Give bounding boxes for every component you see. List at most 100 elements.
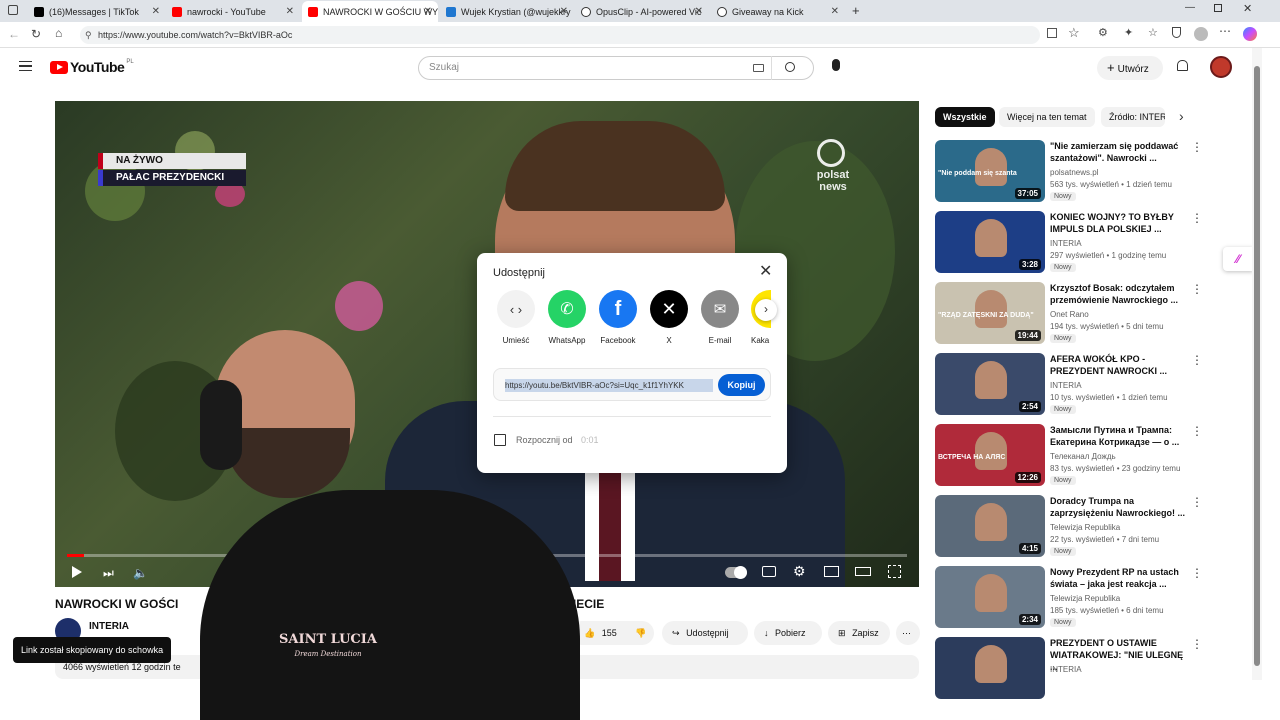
download-button[interactable]: ↓ Pobierz (754, 621, 822, 645)
reload-icon[interactable]: ↻ (31, 27, 41, 41)
recommendation-item[interactable]: 2:54 AFERA WOKÓŁ KPO - PREZYDENT NAWROCK… (935, 353, 1203, 417)
recommendation-channel[interactable]: Телеканал Дождь (1050, 452, 1116, 461)
tab-tiktok-profile[interactable]: Wujek Krystian (@wujekkry ✕ (440, 1, 574, 22)
account-avatar[interactable] (1210, 56, 1232, 78)
like-dislike-button[interactable]: 👍 155 👎 (570, 621, 654, 645)
share-whatsapp[interactable]: ✆ WhatsApp (547, 290, 587, 345)
share-link-field[interactable]: https://youtu.be/BktVIBR-aOc?si=Uqc_k1f1… (505, 379, 713, 392)
recommendation-channel[interactable]: Telewizja Republika (1050, 594, 1120, 603)
recommendation-title[interactable]: "Nie zamierzam się poddawać szantażowi".… (1050, 140, 1188, 164)
recommendation-channel[interactable]: Onet Rano (1050, 310, 1089, 319)
close-icon[interactable]: ✕ (759, 261, 772, 281)
more-actions-icon[interactable]: ⋯ (896, 621, 920, 645)
video-thumbnail[interactable]: 2:54 (935, 353, 1045, 415)
recommendation-channel[interactable]: Telewizja Republika (1050, 523, 1120, 532)
notifications-bell-icon[interactable] (1177, 60, 1188, 71)
share-embed[interactable]: ‹ › Umieść (496, 290, 536, 345)
more-options-icon[interactable]: ⋮ (1191, 282, 1203, 296)
recommendation-title[interactable]: Doradcy Trumpa na zaprzysiężeniu Nawrock… (1050, 495, 1188, 519)
recommendation-item[interactable]: 4:15 Doradcy Trumpa na zaprzysiężeniu Na… (935, 495, 1203, 559)
recommendation-title[interactable]: Замысли Путина и Трампа: Екатерина Котри… (1050, 424, 1188, 448)
thumbs-up-icon[interactable]: 👍 (584, 628, 595, 638)
more-options-icon[interactable]: ⋮ (1191, 140, 1203, 154)
more-options-icon[interactable]: ⋮ (1191, 424, 1203, 438)
scrollbar-thumb[interactable] (1254, 66, 1260, 666)
chip-all[interactable]: Wszystkie (935, 107, 995, 127)
recommendation-channel[interactable]: INTERIA (1050, 381, 1082, 390)
miniplayer-icon[interactable] (824, 566, 839, 577)
volume-icon[interactable]: 🔈 (133, 566, 148, 580)
home-icon[interactable]: ⌂ (55, 26, 62, 40)
microphone-icon[interactable] (832, 59, 840, 71)
video-thumbnail[interactable]: 3:28 (935, 211, 1045, 273)
fullscreen-icon[interactable] (888, 565, 901, 578)
tab-kick[interactable]: Giveaway na Kick ✕ (711, 1, 845, 22)
search-input[interactable]: Szukaj (418, 56, 814, 80)
bookmark-star-icon[interactable]: ☆ (1068, 25, 1080, 41)
more-options-icon[interactable]: ⋮ (1191, 211, 1203, 225)
recommendation-item[interactable]: 3:28 KONIEC WOJNY? TO BYŁBY IMPULS DLA P… (935, 211, 1203, 275)
recommendation-item[interactable]: "Nie poddam się szanta 37:05 "Nie zamier… (935, 140, 1203, 204)
close-tab-icon[interactable]: ✕ (560, 6, 568, 17)
chip-related[interactable]: Więcej na ten temat (999, 107, 1095, 127)
scroll-right-icon[interactable]: › (755, 299, 777, 321)
favorites-icon[interactable]: ☆ (1148, 26, 1158, 39)
video-thumbnail[interactable]: ВСТРЕЧА НА АЛЯС 12:26 (935, 424, 1045, 486)
copy-button[interactable]: Kopiuj (718, 374, 765, 396)
more-options-icon[interactable]: ⋮ (1191, 353, 1203, 367)
chips-next-icon[interactable]: › (1179, 108, 1184, 124)
search-icon[interactable] (785, 62, 795, 72)
recommendation-item[interactable]: ВСТРЕЧА НА АЛЯС 12:26 Замысли Путина и Т… (935, 424, 1203, 488)
more-options-icon[interactable]: ⋮ (1191, 495, 1203, 509)
tab-youtube-video[interactable]: NAWROCKI W GOŚCIU WY ✕ (302, 1, 438, 22)
video-thumbnail[interactable]: 4:15 (935, 495, 1045, 557)
share-email[interactable]: ✉ E-mail (700, 290, 740, 345)
extension-icon[interactable]: ✦ (1124, 26, 1133, 39)
recommendation-item[interactable]: 2:34 Nowy Prezydent RP na ustach świata … (935, 566, 1203, 630)
tab-tiktok[interactable]: (16)Messages | TikTok ✕ (28, 1, 166, 22)
video-thumbnail[interactable]: "Nie poddam się szanta 37:05 (935, 140, 1045, 202)
more-menu-icon[interactable]: ⋯ (1219, 24, 1231, 38)
more-options-icon[interactable]: ⋮ (1191, 637, 1203, 651)
page-scrollbar[interactable] (1252, 48, 1262, 680)
close-tab-icon[interactable]: ✕ (695, 6, 703, 17)
tab-youtube-search[interactable]: nawrocki - YouTube ✕ (166, 1, 300, 22)
tab-opusclip[interactable]: OpusClip - AI-powered Vic ✕ (575, 1, 709, 22)
save-button[interactable]: ⊞ Zapisz (828, 621, 890, 645)
next-icon[interactable]: ⏭ (103, 566, 114, 581)
theater-mode-icon[interactable] (855, 567, 871, 576)
share-button[interactable]: ↪ Udostępnij (662, 621, 748, 645)
recommendation-channel[interactable]: polsatnews.pl (1050, 168, 1098, 177)
close-window-icon[interactable]: ✕ (1243, 2, 1252, 15)
recommendation-item[interactable]: PREZYDENT O USTAWIE WIATRAKOWEJ: "NIE UL… (935, 637, 1203, 701)
video-thumbnail[interactable]: "RZĄD ZATĘSKNI ZA DUDĄ" 19:44 (935, 282, 1045, 344)
recommendation-channel[interactable]: INTERIA (1050, 665, 1082, 674)
recommendation-title[interactable]: Nowy Prezydent RP na ustach świata – jak… (1050, 566, 1188, 590)
maximize-icon[interactable] (1214, 4, 1222, 12)
share-x[interactable]: ✕ X (649, 290, 689, 345)
youtube-logo[interactable]: YouTube PL (50, 59, 134, 75)
recommendation-title[interactable]: Krzysztof Bosak: odczytałem przemówienie… (1050, 282, 1188, 306)
video-thumbnail[interactable]: 2:34 (935, 566, 1045, 628)
shield-icon[interactable] (1172, 27, 1181, 38)
thumbs-down-icon[interactable]: 👎 (635, 628, 646, 638)
recommendation-title[interactable]: KONIEC WOJNY? TO BYŁBY IMPULS DLA POLSKI… (1050, 211, 1188, 235)
copilot-icon[interactable] (1243, 27, 1257, 41)
minimize-icon[interactable]: — (1185, 2, 1195, 13)
subtitles-icon[interactable] (762, 566, 776, 577)
translate-icon[interactable] (1047, 28, 1057, 38)
recommendation-channel[interactable]: INTERIA (1050, 239, 1082, 248)
close-tab-icon[interactable]: ✕ (424, 6, 432, 17)
settings-gear-icon[interactable]: ⚙ (793, 563, 806, 580)
keyboard-icon[interactable] (753, 64, 764, 72)
play-icon[interactable] (72, 566, 82, 578)
close-tab-icon[interactable]: ✕ (831, 6, 839, 17)
new-tab-icon[interactable]: + (852, 3, 860, 18)
chip-source[interactable]: Źródło: INTER (1101, 107, 1165, 127)
more-options-icon[interactable]: ⋮ (1191, 566, 1203, 580)
share-facebook[interactable]: f Facebook (598, 290, 638, 345)
hamburger-menu-icon[interactable] (19, 61, 32, 71)
start-at-checkbox[interactable] (494, 434, 506, 446)
recommendation-title[interactable]: AFERA WOKÓŁ KPO - PREZYDENT NAWROCKI ... (1050, 353, 1188, 377)
create-button[interactable]: + Utwórz (1097, 56, 1163, 80)
